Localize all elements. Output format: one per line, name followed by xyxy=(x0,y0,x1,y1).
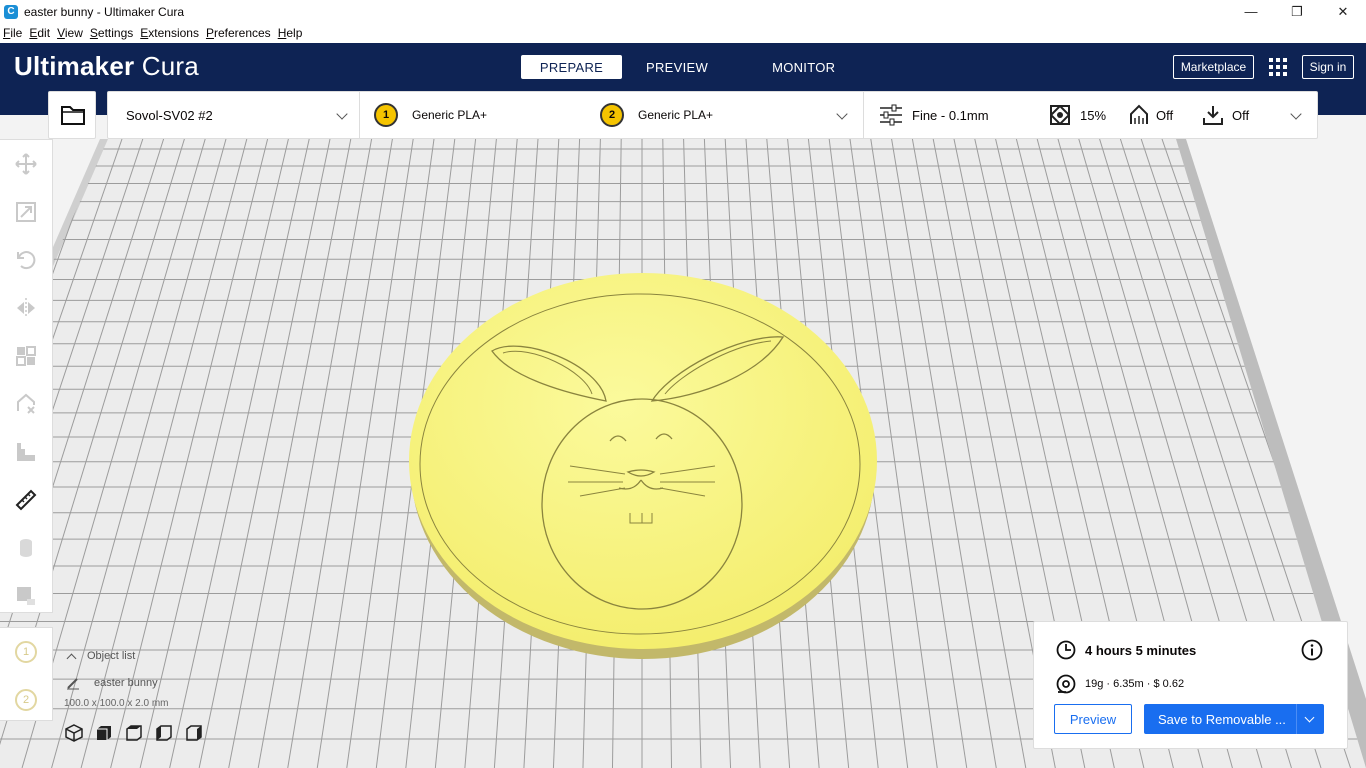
extruder-2[interactable]: 2 Generic PLA+ xyxy=(600,103,713,127)
extruder-indicators: 1 2 xyxy=(0,627,53,721)
infill-value: 15% xyxy=(1080,107,1107,123)
printer-settings-bar: Sovol-SV02 #2 1 Generic PLA+ 2 Generic P… xyxy=(107,91,1318,139)
minimize-button[interactable]: — xyxy=(1228,0,1274,23)
tab-prepare[interactable]: PREPARE xyxy=(521,55,622,79)
chevron-up-icon xyxy=(66,653,77,663)
print-time-row: 4 hours 5 minutes xyxy=(1056,640,1196,660)
save-to-removable-button[interactable]: Save to Removable ... xyxy=(1144,704,1324,734)
infill-icon xyxy=(1050,105,1070,125)
close-button[interactable]: ✕ xyxy=(1320,0,1366,23)
3d-view-icon[interactable] xyxy=(64,723,84,743)
menu-settings[interactable]: Settings xyxy=(87,26,136,40)
menu-view[interactable]: View xyxy=(54,26,86,40)
custom-support-tool[interactable] xyxy=(0,572,52,620)
print-settings-selector[interactable]: Fine - 0.1mm 15% Off Off xyxy=(864,92,1317,138)
measure-icon xyxy=(15,489,37,511)
camera-view-buttons xyxy=(64,723,204,743)
chevron-down-icon xyxy=(336,108,348,120)
per-model-settings-icon xyxy=(16,346,36,366)
menu-preferences[interactable]: Preferences xyxy=(203,26,274,40)
profile-label: Fine - 0.1mm xyxy=(912,107,989,123)
layer-icon xyxy=(17,443,35,461)
extruder-2-indicator[interactable]: 2 xyxy=(15,689,37,711)
cylinder-tool[interactable] xyxy=(0,524,52,572)
tab-monitor[interactable]: MONITOR xyxy=(732,55,859,79)
extruder-1-material: Generic PLA+ xyxy=(412,108,488,122)
front-view-icon[interactable] xyxy=(94,723,114,743)
folder-icon xyxy=(61,106,85,125)
scale-icon xyxy=(16,202,36,222)
extruder-2-icon: 2 xyxy=(600,103,624,127)
support-blocker-icon xyxy=(17,393,35,414)
model-easter-bunny xyxy=(409,273,877,659)
mirror-icon xyxy=(17,298,35,318)
window-title-bar: C easter bunny - Ultimaker Cura — ❐ ✕ xyxy=(0,0,1366,23)
menu-edit[interactable]: Edit xyxy=(26,26,53,40)
support-value: Off xyxy=(1156,107,1174,123)
support-blocker-tool[interactable] xyxy=(0,380,52,428)
chevron-down-icon xyxy=(1290,108,1302,120)
menu-bar: File Edit View Settings Extensions Prefe… xyxy=(0,23,1366,43)
extruder-2-material: Generic PLA+ xyxy=(638,108,714,122)
left-view-icon[interactable] xyxy=(154,723,174,743)
menu-file[interactable]: File xyxy=(0,26,25,40)
printer-name: Sovol-SV02 #2 xyxy=(126,107,213,123)
move-icon xyxy=(15,153,37,175)
restore-button[interactable]: ❐ xyxy=(1274,0,1320,23)
object-list-header: Object list xyxy=(87,650,136,662)
stage-tabs: PREPARE PREVIEW MONITOR xyxy=(521,55,859,79)
right-view-icon[interactable] xyxy=(184,723,204,743)
sliders-icon xyxy=(880,104,902,126)
object-list: Object list easter bunny 100.0 x 100.0 x… xyxy=(64,650,204,743)
extruder-1-indicator[interactable]: 1 xyxy=(15,641,37,663)
cura-app-icon: C xyxy=(4,4,18,19)
material-selector[interactable]: 1 Generic PLA+ 2 Generic PLA+ xyxy=(360,92,864,138)
material-estimate-row: 19g · 6.35m · $ 0.62 xyxy=(1056,674,1184,694)
extruder-1-icon: 1 xyxy=(374,103,398,127)
material-estimate: 19g · 6.35m · $ 0.62 xyxy=(1085,678,1185,690)
tab-preview[interactable]: PREVIEW xyxy=(622,55,732,79)
preview-button[interactable]: Preview xyxy=(1054,704,1132,734)
layer-tool[interactable] xyxy=(0,428,52,476)
adhesion-icon xyxy=(1203,106,1223,125)
object-name: easter bunny xyxy=(94,677,158,689)
info-icon[interactable] xyxy=(1301,639,1323,661)
rotate-tool[interactable] xyxy=(0,236,52,284)
marketplace-button[interactable]: Marketplace xyxy=(1173,55,1254,79)
object-list-toggle[interactable]: Object list xyxy=(66,650,204,663)
print-estimate-panel: 4 hours 5 minutes 19g · 6.35m · $ 0.62 P… xyxy=(1033,621,1348,749)
print-time: 4 hours 5 minutes xyxy=(1085,642,1197,658)
measure-tool[interactable] xyxy=(0,476,52,524)
rotate-icon xyxy=(17,251,36,270)
object-dimensions: 100.0 x 100.0 x 2.0 mm xyxy=(64,698,169,709)
open-file-button[interactable] xyxy=(48,91,96,139)
save-button-label: Save to Removable ... xyxy=(1158,711,1286,727)
spool-icon xyxy=(1056,674,1076,694)
chevron-down-icon[interactable] xyxy=(1304,712,1315,722)
window-title: easter bunny - Ultimaker Cura xyxy=(24,4,185,19)
transform-tools xyxy=(0,139,53,613)
apps-grid-icon[interactable] xyxy=(1269,58,1287,76)
top-view-icon[interactable] xyxy=(124,723,144,743)
move-tool[interactable] xyxy=(0,140,52,188)
cylinder-icon xyxy=(20,539,32,557)
clock-icon xyxy=(1056,640,1076,660)
scale-tool[interactable] xyxy=(0,188,52,236)
pencil-icon xyxy=(67,678,79,690)
object-list-item[interactable]: easter bunny xyxy=(64,676,204,690)
adhesion-value: Off xyxy=(1232,107,1250,123)
sign-in-button[interactable]: Sign in xyxy=(1302,55,1354,79)
button-divider xyxy=(1296,704,1297,734)
menu-help[interactable]: Help xyxy=(275,26,306,40)
printer-selector[interactable]: Sovol-SV02 #2 xyxy=(108,92,360,138)
extruder-1[interactable]: 1 Generic PLA+ xyxy=(374,103,600,127)
per-model-settings-tool[interactable] xyxy=(0,332,52,380)
support-icon xyxy=(1130,104,1148,124)
custom-support-icon xyxy=(17,587,35,605)
mirror-tool[interactable] xyxy=(0,284,52,332)
chevron-down-icon xyxy=(836,108,848,120)
menu-extensions[interactable]: Extensions xyxy=(137,26,202,40)
ultimaker-cura-logo: Ultimaker Cura xyxy=(14,51,199,81)
